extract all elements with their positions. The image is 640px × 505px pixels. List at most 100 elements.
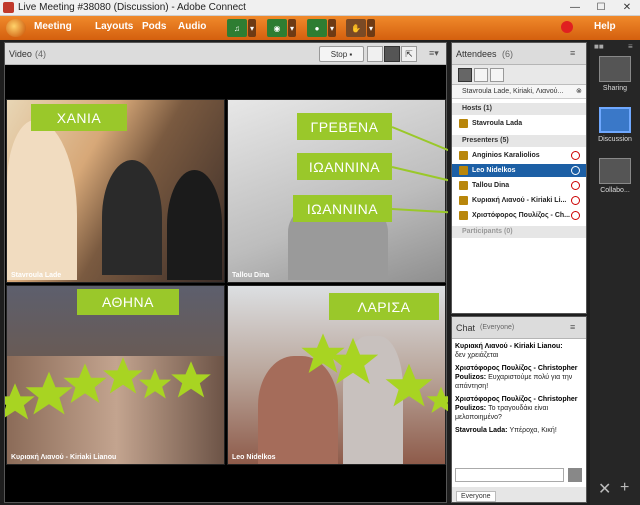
record-icon[interactable] <box>561 21 573 33</box>
minimize-button[interactable]: — <box>562 0 588 16</box>
clear-icon[interactable]: ⊗ <box>576 87 582 95</box>
video-pod: Video (4) Stop ▪ ⇱ ≡▾ Stavroula Lade ΧΑΝ… <box>4 42 448 503</box>
speaker-icon[interactable]: ♫ <box>227 19 247 37</box>
adobe-connect-icon <box>3 2 14 13</box>
participants-group[interactable]: Participants (0) <box>452 226 586 238</box>
attendees-pod: Attendees (6) ≡ Stavroula Lade, Kiriaki,… <box>451 42 587 314</box>
window-title: Live Meeting #38080 (Discussion) - Adobe… <box>18 2 246 13</box>
participants-label: Participants (0) <box>462 228 513 235</box>
tile-name: Κυριακή Λιανού - Kiriaki Lianou <box>11 454 117 461</box>
presenter-user-icon <box>459 196 468 205</box>
breakout-view-icon[interactable] <box>474 68 488 82</box>
chat-messages: Κυριακή Λιανού - Kiriaki Lianou: δεν χρει… <box>455 342 581 439</box>
raise-hand-icon[interactable]: ✋ <box>346 19 366 37</box>
attendee-status-text: Stavroula Lade, Kiriaki, Λιανού... <box>462 88 564 95</box>
presenter-user-icon <box>459 211 468 220</box>
layout-sharing[interactable]: Sharing <box>596 56 634 92</box>
presenters-group[interactable]: Presenters (5) <box>452 135 586 147</box>
status-icon <box>571 196 580 205</box>
chat-message: Χριστόφορος Πουλίζος - Christopher Pouli… <box>455 364 581 391</box>
participant-figure-graphic <box>343 336 403 464</box>
webcam-icon[interactable]: ● <box>307 19 327 37</box>
maximize-button[interactable]: ☐ <box>588 0 614 16</box>
attendees-pod-header: Attendees (6) ≡ <box>452 43 586 65</box>
layouts-bar: ■■ ≡ Sharing Discussion Collabo... ✕ + <box>590 40 640 505</box>
list-view-icon[interactable] <box>458 68 472 82</box>
presenter-user-icon <box>459 166 468 175</box>
add-layout-icon[interactable]: + <box>620 479 629 497</box>
send-message-icon[interactable] <box>568 468 582 482</box>
participant-figure-graphic <box>258 356 338 464</box>
chat-pod-header: Chat (Everyone) ≡ <box>452 317 586 339</box>
place-label: ΛΑΡΙΣΑ <box>329 293 439 320</box>
hosts-label: Hosts (1) <box>462 105 492 112</box>
attendee-status-summary[interactable]: Stavroula Lade, Kiriaki, Λιανού... ⊗ <box>452 85 586 99</box>
collapse-icon[interactable]: ✕ <box>598 479 611 499</box>
chat-sender: Κυριακή Λιανού - Kiriaki Lianou: <box>455 343 563 350</box>
status-view-icon[interactable] <box>490 68 504 82</box>
close-button[interactable]: ✕ <box>614 0 640 16</box>
chat-message: Χριστόφορος Πουλίζος - Christopher Pouli… <box>455 395 581 422</box>
chat-title: Chat <box>456 323 476 333</box>
attendee-row[interactable]: Κυριακή Λιανού - Kiriaki Li... <box>452 194 586 207</box>
attendee-row[interactable]: Anginios Karaliolios <box>452 149 586 162</box>
chat-text: δεν χρειάζεται <box>455 352 499 359</box>
layouts-menu-icon[interactable]: ≡ <box>628 42 633 51</box>
chat-pod: Chat (Everyone) ≡ Κυριακή Λιανού - Kiria… <box>451 316 587 503</box>
window-titlebar: Live Meeting #38080 (Discussion) - Adobe… <box>0 0 640 16</box>
status-icon <box>571 211 580 220</box>
attendee-name: Stavroula Lada <box>472 120 523 127</box>
chat-message: Κυριακή Λιανού - Kiriaki Lianou: δεν χρει… <box>455 342 581 360</box>
pod-options-icon[interactable]: ≡ <box>570 322 575 332</box>
chat-message: Stavroula Lada: Υπέροχα, Κική! <box>455 426 581 435</box>
attendee-row[interactable]: Leo Nidelkos <box>452 164 586 177</box>
classroom-graphic <box>7 356 224 464</box>
attendees-title: Attendees <box>456 49 497 59</box>
status-icon <box>571 181 580 190</box>
attendee-name: Κυριακή Λιανού - Kiriaki Li... <box>472 197 567 204</box>
chat-tab-everyone[interactable]: Everyone <box>456 491 496 502</box>
layout-thumbnail <box>599 56 631 82</box>
chat-input[interactable] <box>455 468 564 482</box>
chat-tab-bar: Everyone <box>452 487 586 502</box>
help-menu[interactable]: Help <box>594 21 616 32</box>
menu-pods[interactable]: Pods <box>142 21 166 32</box>
status-dropdown-icon[interactable]: ▾ <box>367 19 375 37</box>
layouts-footer: ✕ + <box>590 475 640 505</box>
menu-meeting[interactable]: Meeting <box>34 21 72 32</box>
microphone-icon[interactable]: ◉ <box>267 19 287 37</box>
host-user-icon <box>459 119 468 128</box>
attendee-name: Anginios Karaliolios <box>472 152 540 159</box>
layout-name: Collabo... <box>600 187 630 194</box>
presenter-user-icon <box>459 151 468 160</box>
menu-audio[interactable]: Audio <box>178 21 206 32</box>
attendee-name: Tallou Dina <box>472 182 510 189</box>
layout-collaboration[interactable]: Collabo... <box>596 158 634 194</box>
place-label: ΑΘΗΝΑ <box>77 289 179 315</box>
webcam-dropdown-icon[interactable]: ▾ <box>328 19 336 37</box>
attendee-name: Χριστόφορος Πουλίζος - Ch... <box>472 212 570 219</box>
status-icon <box>571 166 580 175</box>
hosts-group[interactable]: Hosts (1) <box>452 103 586 115</box>
layout-discussion[interactable]: Discussion <box>596 107 634 143</box>
microphone-dropdown-icon[interactable]: ▾ <box>288 19 296 37</box>
connect-logo-icon <box>6 19 26 37</box>
layout-thumbnail <box>599 107 631 133</box>
chat-text: Υπέροχα, Κική! <box>509 427 557 434</box>
presenters-label: Presenters (5) <box>462 137 509 144</box>
attendee-row[interactable]: Χριστόφορος Πουλίζος - Ch... <box>452 209 586 222</box>
status-icon <box>571 151 580 160</box>
presenter-user-icon <box>459 181 468 190</box>
menubar: Meeting Layouts Pods Audio ♫ ▾ ◉ ▾ ● ▾ ✋… <box>0 16 640 40</box>
menu-layouts[interactable]: Layouts <box>95 21 133 32</box>
layout-thumbnail <box>599 158 631 184</box>
attendee-row[interactable]: Stavroula Lada <box>452 117 586 130</box>
speaker-dropdown-icon[interactable]: ▾ <box>248 19 256 37</box>
attendee-view-toolbar <box>452 65 586 85</box>
layouts-handle-icon[interactable]: ■■ <box>594 42 604 51</box>
layout-name: Sharing <box>602 85 628 92</box>
chat-scope: (Everyone) <box>480 324 515 331</box>
pod-options-icon[interactable]: ≡ <box>570 48 575 58</box>
layout-name: Discussion <box>598 136 632 143</box>
attendee-row[interactable]: Tallou Dina <box>452 179 586 192</box>
